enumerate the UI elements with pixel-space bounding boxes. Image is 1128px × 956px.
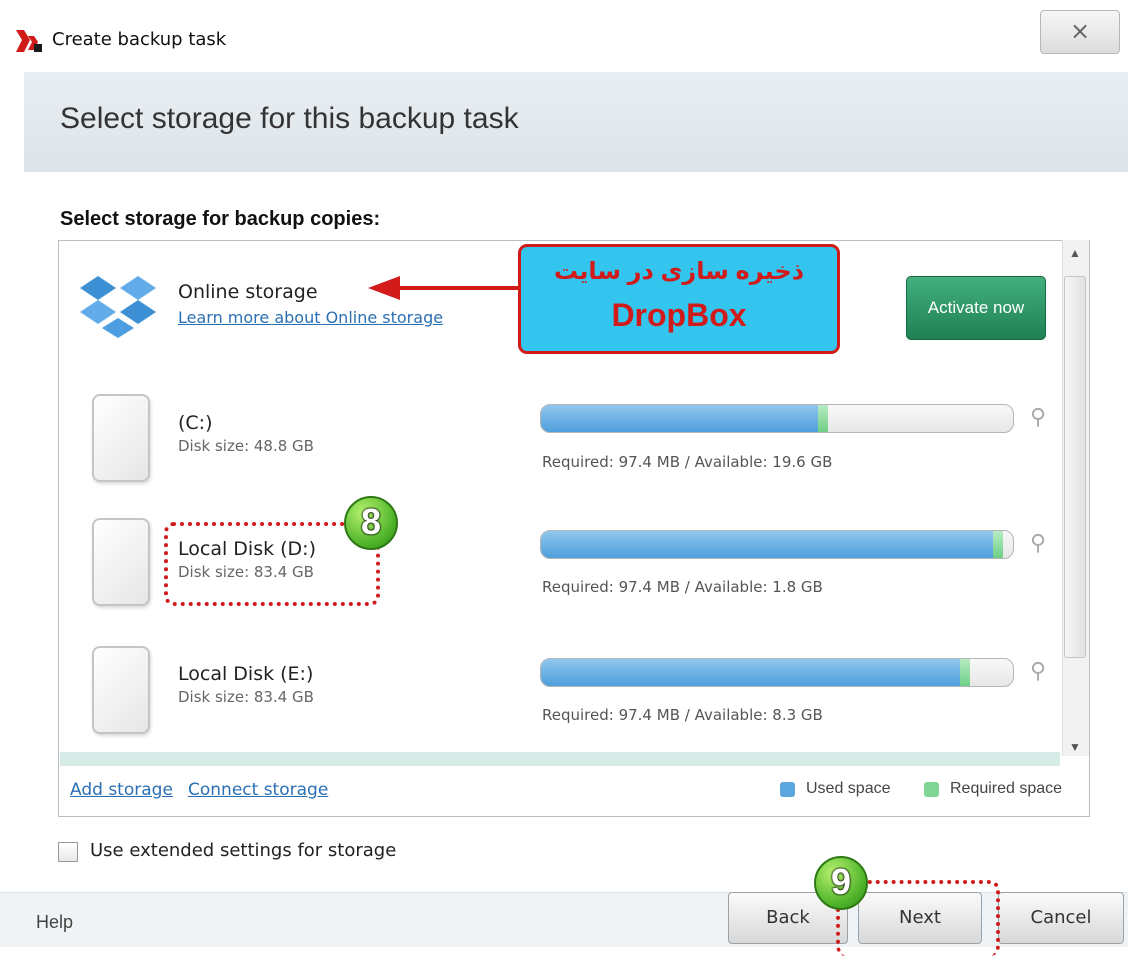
disk-e-used-fill [541,659,962,686]
callout-dropbox-text: DropBox [611,297,747,333]
cleanup-broom-icon[interactable]: ⚲ [1030,530,1046,556]
close-button[interactable]: × [1040,10,1120,54]
activate-now-button[interactable]: Activate now [906,276,1046,340]
disk-c-used-fill [541,405,820,432]
disk-e-icon [92,646,150,734]
disk-e-size: Disk size: 83.4 GB [178,688,314,706]
disk-c-icon [92,394,150,482]
step-8-badge: 8 [344,496,398,550]
callout-arrow-icon [368,276,520,300]
disk-c-label[interactable]: (C:) [178,412,213,434]
disk-d-icon [92,518,150,606]
dropbox-icon [80,276,156,338]
callout-persian-text: ذخیره سازی در سایت [553,258,805,285]
scroll-up-arrow-icon[interactable]: ▲ [1062,246,1088,260]
used-space-swatch [780,782,795,797]
cleanup-broom-icon[interactable]: ⚲ [1030,658,1046,684]
disk-d-usage-bar [540,530,1014,559]
required-space-label: Required space [950,780,1063,797]
disk-c-usage-bar [540,404,1014,433]
disk-d-required-fill [993,531,1004,558]
disk-d-used-fill [541,531,995,558]
extended-settings-checkbox[interactable] [58,842,78,862]
dropbox-callout: ذخیره سازی در سایت DropBox [518,244,840,354]
scrollbar-thumb[interactable] [1064,276,1086,658]
disk-c-required-fill [818,405,829,432]
step-9-badge: 9 [814,856,868,910]
section-label: Select storage for backup copies: [60,208,381,230]
disk-c-space-info: Required: 97.4 MB / Available: 19.6 GB [542,453,833,471]
window-title: Create backup task [52,29,227,50]
page-header: Select storage for this backup task [24,72,1128,173]
help-link[interactable]: Help [36,912,73,933]
list-divider [60,752,1060,766]
page-title: Select storage for this backup task [60,102,519,135]
extended-settings-label[interactable]: Use extended settings for storage [90,840,396,861]
disk-e-required-fill [960,659,971,686]
kaspersky-logo-icon [16,30,42,52]
add-storage-link[interactable]: Add storage [70,780,173,800]
disk-e-usage-bar [540,658,1014,687]
connect-storage-link[interactable]: Connect storage [188,780,328,800]
required-space-swatch [924,782,939,797]
scroll-down-arrow-icon[interactable]: ▼ [1062,740,1088,754]
learn-more-online-storage-link[interactable]: Learn more about Online storage [178,308,443,327]
online-storage-label: Online storage [178,281,318,303]
disk-d-space-info: Required: 97.4 MB / Available: 1.8 GB [542,578,823,596]
used-space-label: Used space [806,780,891,797]
disk-e-space-info: Required: 97.4 MB / Available: 8.3 GB [542,706,823,724]
cleanup-broom-icon[interactable]: ⚲ [1030,404,1046,430]
cancel-button[interactable]: Cancel [998,892,1124,944]
disk-e-label[interactable]: Local Disk (E:) [178,663,313,685]
disk-c-size: Disk size: 48.8 GB [178,437,314,455]
